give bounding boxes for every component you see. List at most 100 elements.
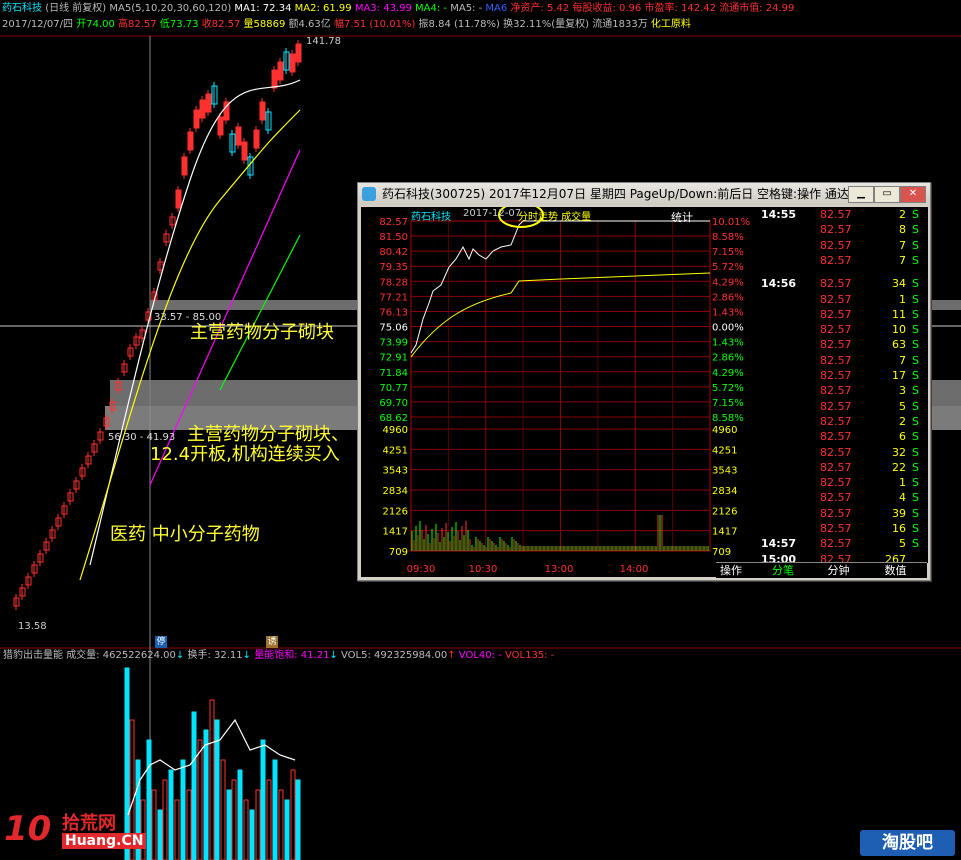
tick-row[interactable]: 82.57 3 S: [758, 383, 928, 398]
tick-volume: 5: [899, 399, 906, 413]
tick-volume: 7: [899, 238, 906, 252]
marker-hui[interactable]: 诱: [266, 636, 278, 648]
low-price-label: 13.58: [18, 621, 47, 632]
ma6-value: MA6: [485, 3, 508, 14]
ma5-value: MA5: -: [450, 3, 483, 14]
tick-row[interactable]: 82.57 16 S: [758, 521, 928, 536]
pct-tick-label: 2.86%: [712, 353, 744, 364]
close-button[interactable]: ✕: [900, 186, 926, 203]
tick-price: 82.57: [820, 208, 852, 221]
tick-side: S: [912, 476, 919, 490]
tick-row[interactable]: 82.57 22 S: [758, 460, 928, 475]
tick-row[interactable]: 82.57 7 S: [758, 238, 928, 253]
candle-body: [217, 116, 224, 136]
volume-tick-label: 4251: [712, 445, 737, 456]
header-row-2: 2017/12/07/四 开74.00 高82.57 低73.73 收82.57…: [2, 17, 691, 33]
tick-volume: 1: [899, 292, 906, 306]
tick-price: 82.57: [820, 414, 852, 428]
tick-row[interactable]: 82.57 17 S: [758, 368, 928, 383]
indicator-name[interactable]: 猎豹出击量能: [3, 650, 63, 661]
volume-bar: [146, 739, 152, 860]
stats-button[interactable]: 统计: [671, 209, 693, 225]
marker-ting[interactable]: 停: [155, 636, 167, 648]
ma1-value: MA1: 72.34: [234, 3, 292, 14]
tick-row[interactable]: 82.57 6 S: [758, 429, 928, 444]
pct-tick-label: 7.15%: [712, 247, 744, 258]
tick-price: 82.57: [820, 323, 852, 337]
header-row-1: 药石科技 (日线 前复权) MA5(5,10,20,30,60,120) MA1…: [2, 1, 794, 17]
tick-row[interactable]: 82.57 39 S: [758, 506, 928, 521]
tick-volume: 32: [892, 445, 906, 459]
tick-side: S: [912, 277, 919, 291]
tick-price: 82.57: [820, 292, 852, 306]
tick-row[interactable]: 82.57 1 S: [758, 292, 928, 307]
volume-bar: [266, 779, 272, 860]
ma-green-line: [219, 234, 301, 391]
tick-row[interactable]: 82.57 2 S: [758, 414, 928, 429]
pct-tick-label: 10.01%: [712, 217, 750, 228]
intraday-chart[interactable]: 82.57 10.01% 81.50 8.58% 80.42 7.15% 79.35 5.72…: [361, 207, 758, 577]
tick-row[interactable]: 82.57 4 S: [758, 490, 928, 505]
tick-volume: 63: [892, 338, 906, 352]
popup-body: 82.57 10.01% 81.50 8.58% 80.42 7.15% 79.35 5.72…: [361, 207, 928, 578]
candle-body: [259, 101, 266, 121]
volume-bar: [295, 779, 301, 860]
tick-row[interactable]: 82.57 63 S: [758, 337, 928, 352]
intraday-stock-name: 药石科技: [411, 212, 451, 223]
tab-fenbi[interactable]: 分笔: [758, 563, 808, 578]
tick-volume: 39: [892, 506, 906, 520]
tick-row[interactable]: 14:55 82.57 2 S: [758, 207, 928, 222]
tab-shuzhi[interactable]: 数值: [868, 563, 923, 578]
popup-title-bar[interactable]: 药石科技(300725) 2017年12月07日 星期四 PageUp/Down…: [358, 183, 930, 205]
tick-side: S: [912, 223, 919, 237]
tick-row[interactable]: 82.57 10 S: [758, 322, 928, 337]
candle-body: [181, 156, 188, 176]
tick-side: S: [912, 253, 919, 267]
volume-bar: [231, 779, 237, 860]
tab-operation[interactable]: 操作: [716, 563, 746, 578]
float-market-value: 流通市值: 24.99: [719, 3, 795, 14]
tick-row[interactable]: 82.57 5 S: [758, 399, 928, 414]
tick-row[interactable]: 82.57 7 S: [758, 253, 928, 268]
tick-row[interactable]: 82.57 7 S: [758, 353, 928, 368]
tick-row[interactable]: 14:57 82.57 5 S: [758, 536, 928, 551]
tick-row[interactable]: 82.57 11 S: [758, 307, 928, 322]
volume-bar: [140, 799, 146, 860]
tick-side: S: [912, 238, 919, 252]
pe-ratio: 市盈率: 142.42: [644, 3, 717, 14]
industry[interactable]: 化工原料: [651, 19, 691, 30]
tick-volume: 2: [899, 208, 906, 221]
volume-tick-label: 2126: [712, 506, 737, 517]
minimize-button[interactable]: ▁: [848, 186, 874, 203]
tick-row[interactable]: 82.57 8 S: [758, 222, 928, 237]
time-axis-label: 14:00: [620, 564, 649, 575]
change: 幅7.51 (10.01%): [333, 19, 416, 30]
candle-body: [271, 69, 278, 89]
tick-row[interactable]: 14:56 82.57 34 S: [758, 276, 928, 291]
tick-volume: 7: [899, 253, 906, 267]
volume-bar: [180, 759, 186, 860]
header-bar: 药石科技 (日线 前复权) MA5(5,10,20,30,60,120) MA1…: [0, 0, 961, 36]
candle-body: [193, 109, 200, 129]
intraday-popup-window[interactable]: 药石科技(300725) 2017年12月07日 星期四 PageUp/Down…: [357, 182, 931, 581]
volume-tick-label: 4960: [383, 425, 408, 436]
maximize-button[interactable]: ▭: [874, 186, 900, 203]
tick-row[interactable]: 82.57 32 S: [758, 445, 928, 460]
candle-body: [295, 43, 302, 63]
tick-volume: 4: [899, 491, 906, 505]
volume-bar: [260, 739, 266, 860]
indicator-ratio: 量能饱和: 41.21: [254, 650, 330, 661]
annotation-industry: 医药 中小分子药物: [110, 524, 260, 545]
tick-side: S: [912, 307, 919, 321]
pct-tick-label: 4.29%: [712, 368, 744, 379]
low-price: 低73.73: [159, 19, 199, 30]
high-price: 高82.57: [118, 19, 157, 30]
watermark-number: 10: [4, 809, 52, 849]
tab-fenzhong[interactable]: 分钟: [811, 563, 866, 578]
indicator-vol40: VOL40: -: [458, 650, 502, 661]
tick-row[interactable]: 82.57 1 S: [758, 475, 928, 490]
tick-list[interactable]: 14:55 82.57 2 S 82.57 8 S 82.57 7 S 82.57 7 S 14:56 82…: [758, 207, 928, 566]
stock-name[interactable]: 药石科技: [2, 3, 42, 14]
tick-volume: 10: [892, 323, 906, 337]
volume-bar: [249, 809, 255, 860]
